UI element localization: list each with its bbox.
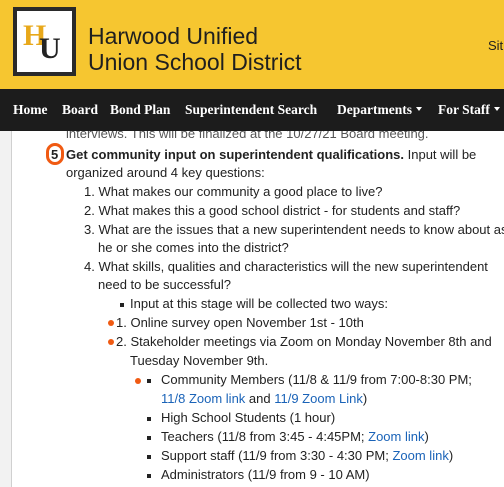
zoom-link-11-8[interactable]: 11/8 Zoom link xyxy=(161,391,245,406)
district-name-line1: Harwood Unified xyxy=(88,23,259,49)
support-text: Support staff (11/9 from 3:30 - 4:30 PM; xyxy=(161,448,393,463)
nav-departments[interactable]: Departments xyxy=(337,102,422,118)
nav-for-staff-label: For Staff xyxy=(438,102,490,117)
step5-line2: organized around 4 key questions: xyxy=(66,165,265,180)
district-name[interactable]: Harwood Unified Union School District xyxy=(88,23,301,75)
site-header: H U Harwood Unified Union School Distric… xyxy=(0,0,504,89)
district-name-line2: Union School District xyxy=(88,49,302,75)
nav-departments-label: Departments xyxy=(337,102,412,117)
list-bullet xyxy=(147,379,151,383)
question-1: 1. What makes our community a good place… xyxy=(84,184,383,199)
way-1: 1. Online survey open November 1st - 10t… xyxy=(116,315,364,330)
group-support: Support staff (11/9 from 3:30 - 4:30 PM;… xyxy=(161,448,453,464)
group-community: Community Members (11/8 & 11/9 from 7:00… xyxy=(161,372,472,387)
question-3: 3. What are the issues that a new superi… xyxy=(84,222,504,237)
question-4: 4. What skills, qualities and characteri… xyxy=(84,259,488,274)
nav-for-staff[interactable]: For Staff xyxy=(438,102,500,118)
group-teachers: Teachers (11/8 from 3:45 - 4:45PM; Zoom … xyxy=(161,429,429,445)
collect-intro: Input at this stage will be collected tw… xyxy=(130,296,388,311)
nav-superintendent-search[interactable]: Superintendent Search xyxy=(185,102,317,118)
nav-home[interactable]: Home xyxy=(13,102,48,118)
paren-close: ) xyxy=(448,448,454,463)
group-community-links: 11/8 Zoom link and 11/9 Zoom Link) xyxy=(161,391,367,407)
chevron-down-icon xyxy=(493,107,500,111)
step5-bold-text: Get community input on superintendent qu… xyxy=(66,147,405,162)
annotation-dot xyxy=(108,339,114,345)
zoom-link-11-9[interactable]: 11/9 Zoom Link xyxy=(274,391,363,406)
district-logo[interactable]: H U xyxy=(13,7,76,76)
chevron-down-icon xyxy=(415,107,422,111)
list-bullet xyxy=(147,417,151,421)
step-number: 5 xyxy=(51,147,59,162)
question-4-cont: need to be successful? xyxy=(98,277,231,292)
list-bullet xyxy=(120,303,124,307)
logo-letter-u: U xyxy=(39,32,61,65)
question-3-cont: he or she comes into the district? xyxy=(98,240,289,255)
step5-heading: Get community input on superintendent qu… xyxy=(66,147,476,163)
list-bullet xyxy=(147,455,151,459)
way-2: 2. Stakeholder meetings via Zoom on Mond… xyxy=(116,334,492,349)
step5-rest-text: Input will be xyxy=(404,147,477,162)
page-content: interviews. This will be finalized at th… xyxy=(0,131,504,487)
teachers-text: Teachers (11/8 from 3:45 - 4:45PM; xyxy=(161,429,369,444)
question-2: 2. What makes this a good school distric… xyxy=(84,203,461,218)
group-hs-students: High School Students (1 hour) xyxy=(161,410,336,425)
logo-badge: H U xyxy=(17,11,72,72)
divider xyxy=(11,131,12,487)
list-bullet xyxy=(147,474,151,478)
text-cut-top: interviews. This will be finalized at th… xyxy=(66,131,429,141)
link-separator: and xyxy=(245,391,275,406)
list-bullet xyxy=(147,436,151,440)
site-link-truncated[interactable]: Sit xyxy=(488,38,503,53)
nav-board[interactable]: Board xyxy=(62,102,98,118)
annotation-dot xyxy=(135,378,141,384)
way-2-cont: Tuesday November 9th. xyxy=(130,353,269,368)
main-nav: Home Board Bond Plan Superintendent Sear… xyxy=(0,89,504,131)
zoom-link-teachers[interactable]: Zoom link xyxy=(368,429,424,444)
paren-close: ) xyxy=(424,429,429,444)
left-gutter xyxy=(0,131,11,487)
zoom-link-support[interactable]: Zoom link xyxy=(392,448,448,463)
group-admins: Administrators (11/9 from 9 - 10 AM) xyxy=(161,467,370,482)
paren-close: ) xyxy=(362,391,368,406)
nav-bond-plan[interactable]: Bond Plan xyxy=(110,102,170,118)
annotation-dot xyxy=(108,320,114,326)
